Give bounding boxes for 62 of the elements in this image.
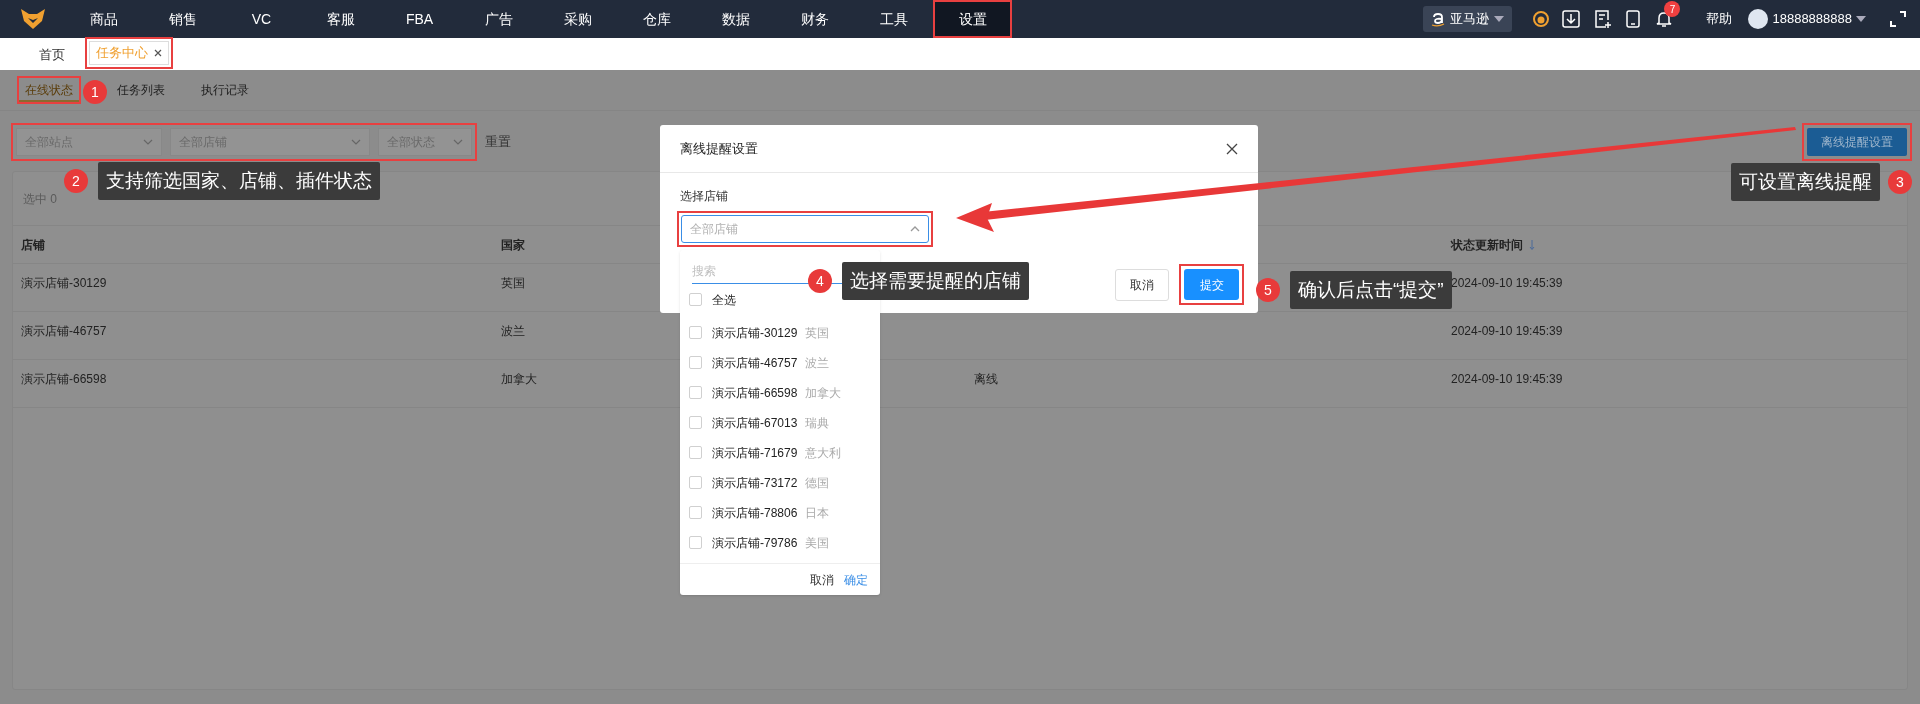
nav-menu-item[interactable]: 数据 [696, 0, 775, 38]
step-number-badge: 1 [83, 80, 107, 104]
country-label: 意大利 [805, 444, 842, 462]
nav-menu-item[interactable]: 工具 [854, 0, 933, 38]
column-header: 国家 [501, 236, 525, 254]
table-cell: 演示店铺-30129 [21, 276, 107, 290]
option-label[interactable]: 演示店铺-73172 [712, 473, 798, 492]
user-name[interactable]: 18888888888 [1772, 9, 1852, 29]
table-cell: 离线 [974, 372, 998, 386]
table-cell: 2024-09-10 19:45:39 [1451, 372, 1563, 386]
platform-selector[interactable]: 亚马逊 [1423, 6, 1513, 32]
cancel-link[interactable]: 取消 [810, 570, 834, 589]
option-label[interactable]: 演示店铺-78806 [712, 503, 798, 522]
country-label: 波兰 [805, 354, 830, 372]
table-cell: 2024-09-10 19:45:39 [1451, 324, 1563, 338]
page-tab[interactable]: 首页 [25, 40, 79, 70]
country-label: 美国 [805, 534, 830, 552]
nav-menu-item[interactable]: 采购 [538, 0, 617, 38]
nav-menu-item[interactable]: VC [222, 0, 301, 38]
table-cell: 演示店铺-66598 [21, 372, 107, 386]
table-cell: 演示店铺-46757 [21, 324, 107, 338]
nav-menu-item[interactable]: 商品 [64, 0, 143, 38]
country-label: 加拿大 [805, 384, 842, 402]
confirm-link[interactable]: 确定 [844, 570, 868, 589]
nav-menu-item[interactable]: FBA [380, 0, 459, 38]
nav-menu-item[interactable]: 财务 [775, 0, 854, 38]
country-label: 瑞典 [805, 414, 830, 432]
help-link[interactable]: 帮助 [1706, 9, 1733, 29]
table-cell: 加拿大 [501, 372, 537, 386]
sub-tab[interactable]: 执行记录 [201, 78, 249, 102]
table-cell: 波兰 [501, 324, 525, 338]
country-label: 英国 [805, 324, 830, 342]
option-label[interactable]: 演示店铺-67013 [712, 413, 798, 432]
option-label[interactable]: 演示店铺-79786 [712, 533, 798, 552]
nav-menu-item[interactable]: 仓库 [617, 0, 696, 38]
country-label: 日本 [805, 504, 830, 522]
field-label: 选择店铺 [679, 188, 729, 205]
nav-menu-item[interactable]: 设置 [933, 0, 1012, 38]
annotation-tooltip: 可设置离线提醒 [1731, 163, 1880, 201]
sub-tab[interactable]: 任务列表 [117, 78, 165, 102]
cancel-button[interactable]: 取消 [1115, 268, 1169, 301]
option-label[interactable]: 全选 [712, 290, 736, 309]
nav-menu-item[interactable]: 广告 [459, 0, 538, 38]
nav-menu-item[interactable]: 客服 [301, 0, 380, 38]
table-cell: 英国 [501, 276, 525, 290]
platform-label: 亚马逊 [1450, 10, 1490, 29]
country-label: 德国 [805, 474, 830, 492]
option-label[interactable]: 演示店铺-30129 [712, 323, 798, 342]
notification-badge: 7 [1664, 1, 1681, 17]
annotation-tooltip: 支持筛选国家、店铺、插件状态 [98, 162, 380, 200]
column-header: 状态更新时间 [1451, 236, 1523, 254]
table-cell: 2024-09-10 19:45:39 [1451, 276, 1563, 290]
reset-link[interactable]: 重置 [485, 132, 511, 152]
option-label[interactable]: 演示店铺-66598 [712, 383, 798, 402]
column-header: 店铺 [21, 236, 45, 254]
option-label[interactable]: 演示店铺-71679 [712, 443, 798, 462]
step-number-badge: 3 [1888, 170, 1912, 194]
annotation-tooltip: 确认后点击“提交” [1290, 271, 1452, 309]
annotation-tooltip: 选择需要提醒的店铺 [842, 262, 1029, 300]
nav-menu-item[interactable]: 销售 [143, 0, 222, 38]
dialog-title: 离线提醒设置 [680, 139, 758, 158]
option-label[interactable]: 演示店铺-46757 [712, 353, 798, 372]
